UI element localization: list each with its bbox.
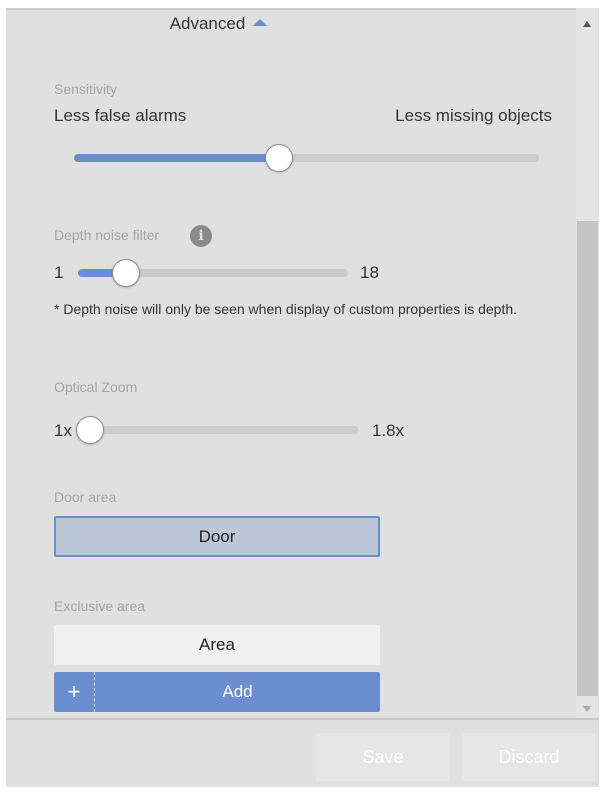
discard-button[interactable]: Discard: [462, 733, 596, 781]
depth-noise-min: 1: [54, 263, 64, 282]
sensitivity-slider[interactable]: [74, 144, 539, 172]
footer-divider: [6, 718, 599, 720]
depth-noise-note: * Depth noise will only be seen when dis…: [54, 301, 518, 317]
depth-noise-slider-thumb[interactable]: [111, 259, 140, 287]
depth-noise-label: Depth noise filter: [54, 227, 160, 243]
scroll-up-arrow-icon[interactable]: [583, 21, 591, 27]
save-button[interactable]: Save: [316, 733, 450, 781]
depth-noise-max: 18: [360, 263, 379, 282]
optical-zoom-max: 1.8x: [372, 421, 405, 440]
vertical-scrollbar[interactable]: [576, 8, 599, 718]
settings-panel: Advanced Sensitivity Less false alarms L…: [6, 8, 599, 787]
optical-zoom-slider[interactable]: [76, 416, 358, 444]
advanced-toggle[interactable]: Advanced: [6, 14, 431, 34]
optical-zoom-label: Optical Zoom: [54, 379, 138, 395]
door-button[interactable]: Door: [54, 516, 380, 557]
optical-zoom-slider-thumb[interactable]: [76, 416, 104, 444]
area-button[interactable]: Area: [54, 625, 380, 665]
optical-zoom-min: 1x: [54, 421, 72, 440]
scroll-down-arrow-icon[interactable]: [583, 706, 591, 712]
advanced-label: Advanced: [169, 14, 246, 33]
caret-up-icon: [253, 19, 268, 27]
sensitivity-max-label: Less missing objects: [395, 106, 552, 125]
add-button-label: Add: [222, 682, 253, 701]
exclusive-area-label: Exclusive area: [54, 598, 146, 614]
add-area-button[interactable]: + Add: [54, 672, 380, 712]
scrollbar-thumb[interactable]: [577, 221, 598, 696]
sensitivity-slider-thumb[interactable]: [264, 144, 293, 172]
sensitivity-min-label: Less false alarms: [54, 106, 187, 125]
info-icon[interactable]: i: [190, 225, 212, 247]
plus-icon: +: [54, 672, 95, 712]
advanced-settings-scroll-area: Advanced Sensitivity Less false alarms L…: [6, 8, 576, 718]
depth-noise-slider[interactable]: [78, 259, 348, 287]
sensitivity-slider-fill: [74, 154, 279, 162]
door-area-label: Door area: [54, 489, 117, 505]
sensitivity-label: Sensitivity: [54, 81, 118, 97]
